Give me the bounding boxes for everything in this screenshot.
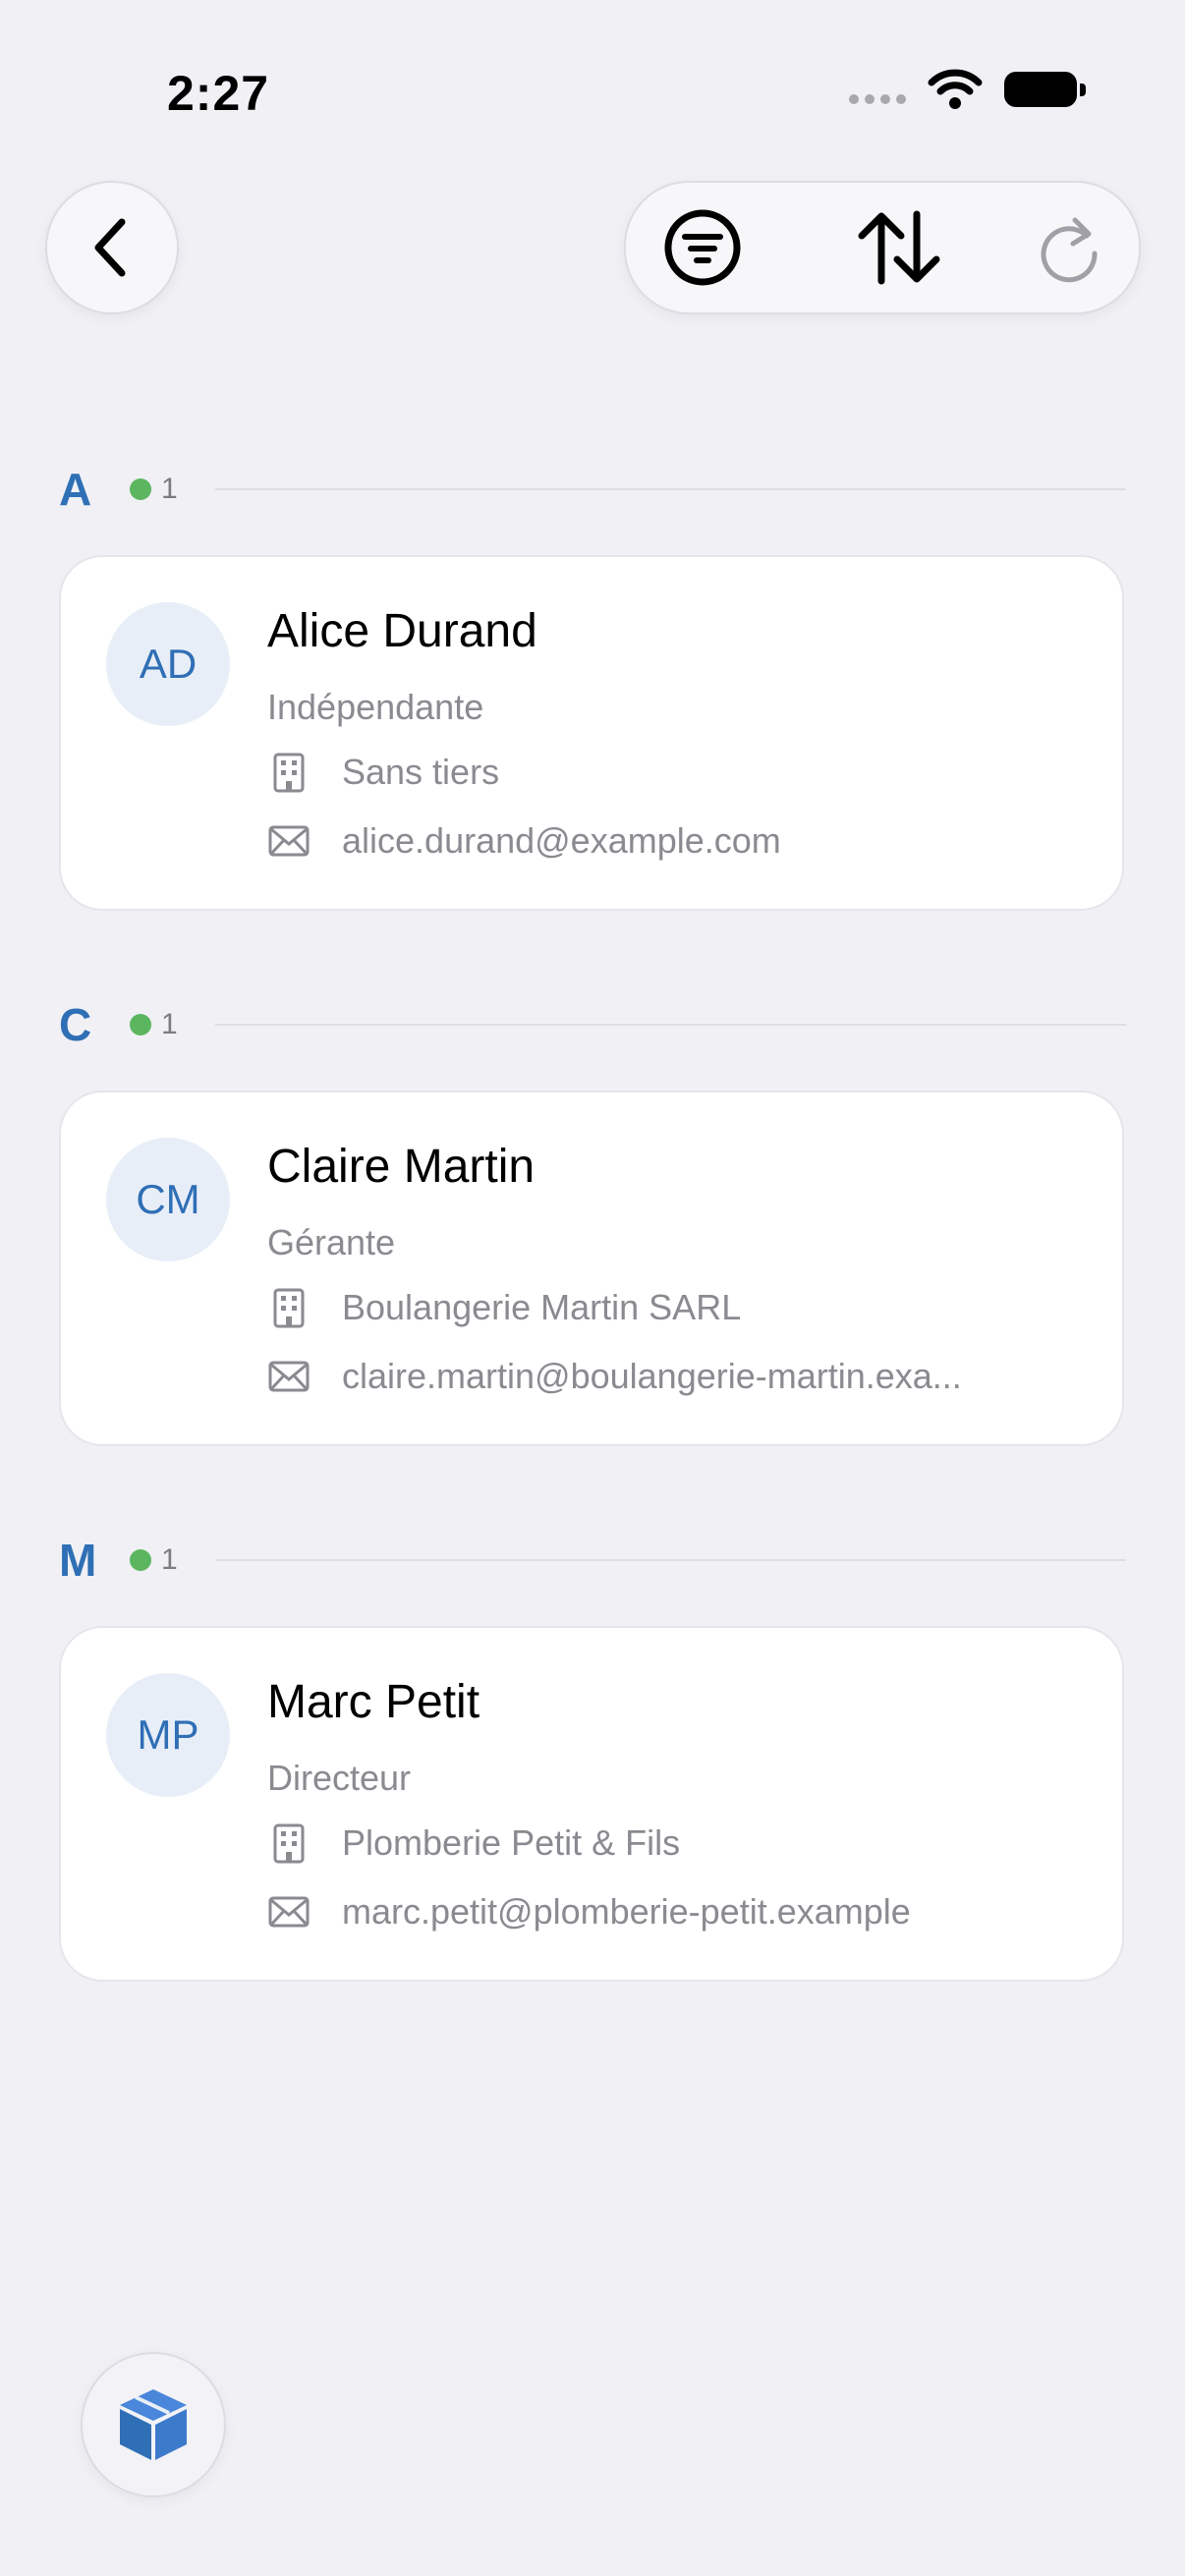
section-letter: M xyxy=(59,1535,97,1586)
contact-email: marc.petit@plomberie-petit.example xyxy=(342,1891,911,1932)
status-dot xyxy=(130,478,151,500)
signal-icon xyxy=(849,94,906,104)
building-icon xyxy=(273,1288,305,1328)
back-button[interactable] xyxy=(45,181,179,314)
avatar: AD xyxy=(106,602,230,726)
section-header-a: A 1 xyxy=(59,464,1126,515)
contact-name: Claire Martin xyxy=(267,1141,536,1193)
section-header-c: C 1 xyxy=(59,999,1126,1050)
status-dot xyxy=(130,1014,151,1036)
divider xyxy=(214,1024,1126,1026)
section-count: 1 xyxy=(130,1008,178,1041)
contact-email: alice.durand@example.com xyxy=(342,820,781,861)
avatar: CM xyxy=(106,1138,230,1261)
divider xyxy=(214,488,1126,490)
contact-email-row[interactable]: claire.martin@boulangerie-martin.exa... xyxy=(267,1356,962,1397)
avatar: MP xyxy=(106,1673,230,1797)
contact-card[interactable]: MP Marc Petit Directeur Plomberie Petit … xyxy=(59,1626,1124,1982)
sort-arrows-icon xyxy=(858,210,940,285)
contact-company: Boulangerie Martin SARL xyxy=(342,1287,742,1327)
status-time: 2:27 xyxy=(167,66,270,121)
section-count-value: 1 xyxy=(161,1543,178,1576)
contact-email-row[interactable]: marc.petit@plomberie-petit.example xyxy=(267,1891,911,1932)
cube-icon xyxy=(120,2389,187,2460)
contact-name: Alice Durand xyxy=(267,605,537,657)
section-header-m: M 1 xyxy=(59,1535,1126,1586)
sort-button[interactable] xyxy=(852,208,946,287)
contact-company-row: Sans tiers xyxy=(267,752,499,793)
building-icon xyxy=(273,753,305,793)
section-letter: A xyxy=(59,464,92,515)
refresh-button[interactable] xyxy=(1031,208,1109,287)
divider xyxy=(214,1559,1126,1561)
contact-email-row[interactable]: alice.durand@example.com xyxy=(267,820,781,862)
contact-company: Plomberie Petit & Fils xyxy=(342,1822,681,1863)
contact-name: Marc Petit xyxy=(267,1676,480,1728)
toolbar-actions xyxy=(624,181,1141,314)
section-count-value: 1 xyxy=(161,1008,178,1040)
section-count: 1 xyxy=(130,1543,178,1577)
section-letter: C xyxy=(59,999,92,1050)
section-count-value: 1 xyxy=(161,473,178,505)
wifi-icon xyxy=(928,69,983,109)
contact-role: Indépendante xyxy=(267,687,484,727)
envelope-icon xyxy=(268,1361,310,1392)
contact-email: claire.martin@boulangerie-martin.exa... xyxy=(342,1356,962,1396)
battery-icon xyxy=(1004,72,1086,107)
contact-company-row: Boulangerie Martin SARL xyxy=(267,1287,741,1328)
envelope-icon xyxy=(268,1896,310,1928)
status-icons xyxy=(849,69,1086,110)
status-dot xyxy=(130,1549,151,1571)
contact-card[interactable]: AD Alice Durand Indépendante Sans tiers … xyxy=(59,555,1124,911)
contact-role: Gérante xyxy=(267,1222,396,1262)
envelope-icon xyxy=(268,825,310,857)
contact-role: Directeur xyxy=(267,1758,412,1798)
contact-card[interactable]: CM Claire Martin Gérante Boulangerie Mar… xyxy=(59,1091,1124,1446)
filter-circle-icon xyxy=(664,209,741,286)
filter-button[interactable] xyxy=(663,208,742,287)
section-count: 1 xyxy=(130,473,178,506)
contact-company-row: Plomberie Petit & Fils xyxy=(267,1822,680,1864)
chevron-left-icon xyxy=(94,218,126,277)
building-icon xyxy=(273,1823,305,1864)
floating-action-button[interactable] xyxy=(81,2352,226,2497)
refresh-icon xyxy=(1041,217,1098,283)
contact-company: Sans tiers xyxy=(342,752,500,792)
